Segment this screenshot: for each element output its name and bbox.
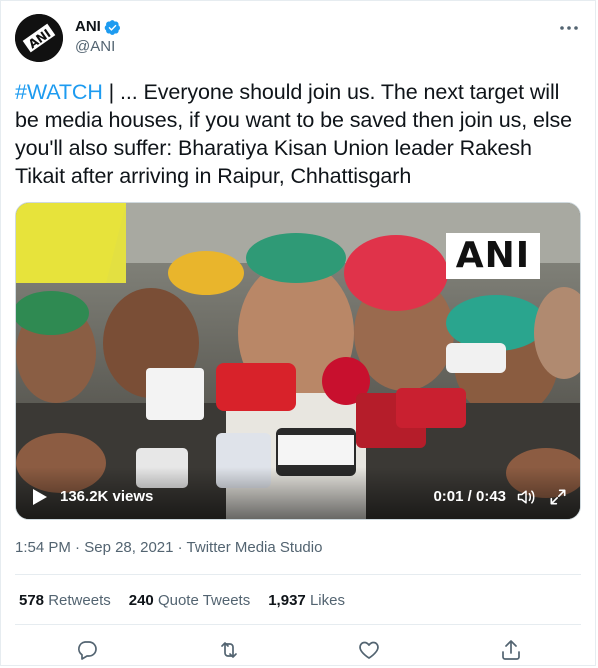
video-time: 0:01 / 0:43 (433, 488, 506, 505)
share-button[interactable] (499, 638, 523, 662)
verified-badge-icon (104, 19, 120, 35)
retweet-icon (221, 642, 237, 658)
meta-separator: · (173, 539, 187, 556)
tweet-date[interactable]: Sep 28, 2021 (84, 539, 173, 556)
likes-count: 1,937 (268, 592, 306, 609)
fullscreen-icon[interactable] (548, 487, 568, 507)
author-names: ANI @ANI (75, 17, 121, 57)
tweet-text: #WATCH | ... Everyone should join us. Th… (15, 78, 580, 190)
action-bar (1, 638, 595, 664)
ani-logo-icon: ANI (15, 14, 63, 62)
author-handle[interactable]: @ANI (75, 37, 121, 57)
retweets-stat[interactable]: 578 Retweets (19, 592, 111, 609)
volume-icon[interactable] (516, 487, 536, 507)
video-controls: 136.2K views 0:01 / 0:43 (16, 467, 580, 519)
divider (15, 574, 581, 575)
more-options-icon[interactable] (557, 16, 581, 40)
tweet-source[interactable]: Twitter Media Studio (187, 539, 323, 556)
quote-tweets-stat[interactable]: 240 Quote Tweets (129, 592, 250, 609)
retweets-label: Retweets (48, 592, 111, 609)
meta-separator: · (70, 539, 85, 556)
quote-tweets-label: Quote Tweets (157, 592, 251, 609)
quote-tweets-count: 240 (128, 592, 154, 609)
retweet-button[interactable] (217, 638, 241, 662)
hashtag-link[interactable]: #WATCH (15, 80, 103, 104)
tweet-meta: 1:54 PM · Sep 28, 2021 · Twitter Media S… (15, 539, 322, 556)
view-count: 136.2K views (60, 488, 154, 505)
author-name-text[interactable]: ANI (75, 17, 101, 37)
heart-icon (359, 641, 379, 659)
like-button[interactable] (357, 638, 381, 662)
reply-icon (78, 641, 97, 660)
avatar[interactable]: ANI (15, 14, 63, 62)
engagement-stats: 578 Retweets 240 Quote Tweets 1,937 Like… (19, 592, 345, 609)
play-icon[interactable] (32, 488, 48, 506)
retweets-count: 578 (19, 592, 45, 609)
likes-label: Likes (309, 592, 345, 609)
author-display-name[interactable]: ANI (75, 17, 121, 37)
tweet-card: ANI ANI @ANI #WATCH | ... Everyone shoul… (0, 0, 596, 666)
share-icon (502, 640, 520, 660)
reply-button[interactable] (75, 638, 99, 662)
likes-stat[interactable]: 1,937 Likes (268, 592, 345, 609)
tweet-header: ANI ANI @ANI (15, 14, 581, 64)
ani-watermark: ANI (446, 233, 540, 279)
video-player[interactable]: ANI 136.2K views 0:01 / 0:43 (15, 202, 581, 520)
tweet-time[interactable]: 1:54 PM (15, 539, 71, 556)
divider (15, 624, 581, 625)
